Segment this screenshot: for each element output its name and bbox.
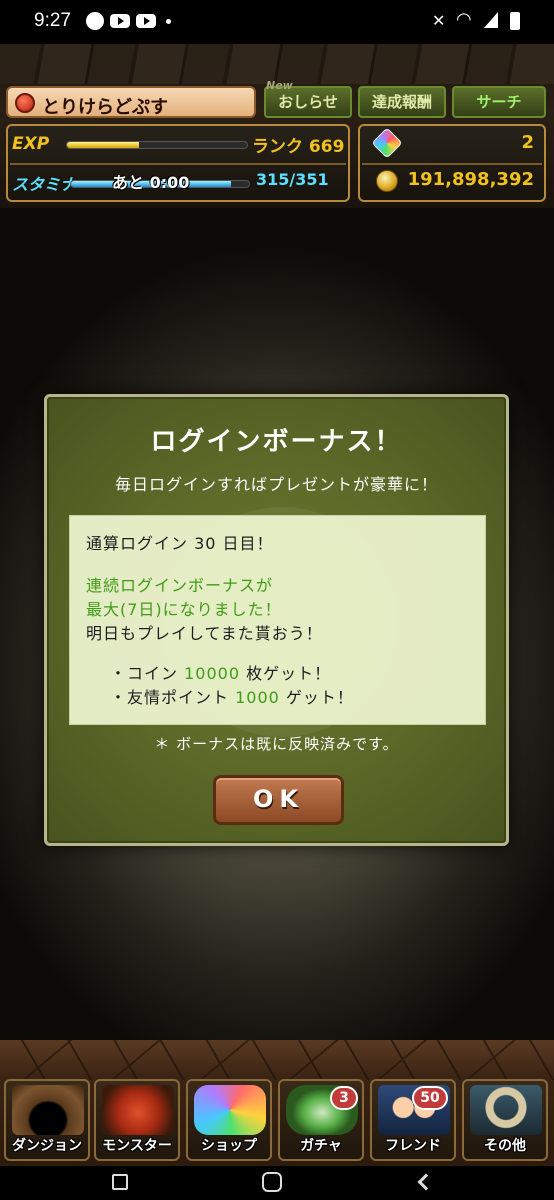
search-button[interactable]: サーチ (452, 86, 546, 118)
dialog-title: ログインボーナス！ (150, 427, 403, 457)
coin-reward-suffix: 枚ゲット！ (240, 664, 332, 683)
total-login-text: 通算ログイン 30 日目！ (86, 534, 274, 553)
exp-bar (66, 141, 248, 149)
dragon-icon (102, 1085, 174, 1135)
friend-badge: 50 (412, 1086, 448, 1110)
wifi-icon: ◠ (456, 9, 472, 30)
notification-icon (86, 12, 104, 30)
magic-stone-count: 2 (521, 132, 534, 153)
divider (10, 163, 346, 165)
stamina-timer: あと 0:00 (112, 173, 190, 192)
bonus-info-box: 通算ログイン 30 日目！ 連続ログインボーナスが 最大(7日)になりました！ … (69, 515, 486, 725)
coin-count: 191,898,392 (407, 169, 534, 190)
coin-reward-line: ・コイン 10000 枚ゲット！ (110, 660, 331, 684)
dialog-subtitle: 毎日ログインすればプレゼントが豪華に！ (114, 475, 438, 494)
rank-text: ランク 669 (252, 137, 345, 157)
status-bar: 9:27 ✕ ◠ (0, 0, 554, 44)
more-notifications-icon (166, 19, 171, 24)
new-tag: New (266, 79, 293, 92)
recent-apps-icon[interactable] (112, 1174, 128, 1190)
login-bonus-dialog: ログインボーナス！ 毎日ログインすればプレゼントが豪華に！ 通算ログイン 30 … (44, 394, 509, 846)
achievements-button[interactable]: 達成報酬 (358, 86, 446, 118)
nav-other-label: その他 (484, 1138, 526, 1154)
mute-icon: ✕ (432, 11, 446, 30)
battery-icon (510, 12, 520, 30)
stamina-label: スタミナ (12, 175, 77, 194)
home-icon[interactable] (262, 1172, 282, 1192)
dungeon-gate-icon (12, 1085, 84, 1135)
tomorrow-text: 明日もプレイしてまた貰おう！ (86, 624, 323, 643)
coin-reward-value: 10000 (184, 664, 240, 683)
stamina-value: 315/351 (256, 170, 329, 189)
question-mark-icon (470, 1085, 542, 1135)
friend-point-suffix: ゲット！ (279, 688, 354, 707)
nav-shop-button[interactable]: ショップ (186, 1079, 272, 1161)
streak-text-line1: 連続ログインボーナスが (86, 576, 274, 595)
nav-dungeon-button[interactable]: ダンジョン (4, 1079, 90, 1161)
player-name-plate[interactable]: とりけらどぷす (6, 86, 256, 118)
nav-friend-label: フレンド (385, 1138, 441, 1154)
nav-dungeon-label: ダンジョン (12, 1138, 82, 1154)
rainbow-gem-icon (194, 1085, 266, 1135)
ok-button[interactable]: OK (213, 775, 344, 825)
search-label: サーチ (476, 93, 522, 111)
exp-label: EXP (12, 134, 50, 154)
bottom-rock-texture (0, 1040, 554, 1080)
bonus-note: ＊ ボーナスは既に反映済みです。 (154, 735, 399, 753)
youtube-icon (136, 14, 156, 28)
heart-icon (15, 93, 35, 113)
nav-monster-button[interactable]: モンスター (94, 1079, 180, 1161)
nav-other-button[interactable]: その他 (462, 1079, 548, 1161)
gacha-badge: 3 (330, 1086, 358, 1110)
divider (362, 163, 542, 165)
friend-point-prefix: ・友情ポイント (110, 688, 236, 707)
friend-point-reward-line: ・友情ポイント 1000 ゲット！ (110, 684, 354, 708)
streak-text-line2: 最大(7日)になりました！ (86, 600, 282, 619)
news-label: おしらせ (278, 93, 338, 111)
exp-fill (67, 142, 139, 148)
achievements-label: 達成報酬 (371, 93, 432, 111)
player-name: とりけらどぷす (42, 97, 168, 118)
nav-monster-label: モンスター (102, 1138, 172, 1154)
back-icon[interactable] (417, 1173, 435, 1191)
friend-point-value: 1000 (235, 688, 280, 707)
status-time: 9:27 (34, 10, 71, 31)
system-nav-bar (0, 1166, 554, 1200)
coin-reward-prefix: ・コイン (110, 664, 185, 683)
header-rock-texture (0, 44, 554, 84)
youtube-icon (110, 14, 130, 28)
nav-gacha-label: ガチャ (300, 1138, 342, 1154)
signal-icon (484, 12, 498, 28)
nav-shop-label: ショップ (201, 1138, 257, 1154)
coin-icon (376, 170, 398, 192)
